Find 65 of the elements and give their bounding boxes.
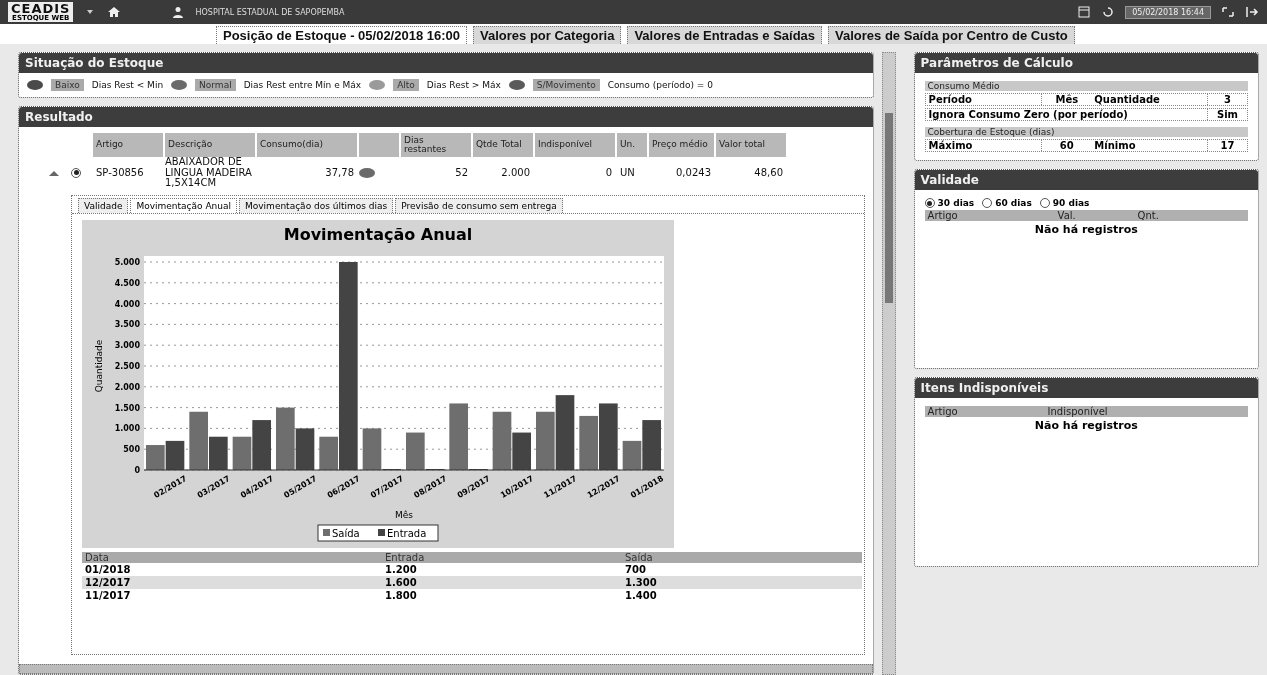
- param-value: Sim: [1207, 109, 1247, 120]
- legend-label: Entrada: [387, 527, 427, 539]
- column-header: Val.: [1056, 210, 1077, 221]
- y-tick-label: 500: [123, 444, 140, 454]
- legend-label: Saída: [332, 527, 360, 539]
- column-header: Indisponível: [1046, 406, 1109, 417]
- datetime: 05/02/2018 16:44: [1125, 5, 1211, 19]
- table-cell-text: SP-30856: [95, 167, 145, 179]
- table-cell-text: 0: [604, 167, 613, 179]
- param-value: 17: [1207, 140, 1247, 151]
- y-tick-label: 4.000: [114, 299, 140, 309]
- status-label: Baixo: [51, 79, 84, 91]
- section-title: Cobertura de Estoque (dias): [924, 127, 1248, 137]
- table-cell-text: 37,78: [324, 167, 355, 179]
- column-header: Artigo: [926, 210, 959, 221]
- table-cell-text: ABAIXADOR DE LINGUA MADEIRA 1,5X14CM: [165, 157, 253, 189]
- y-axis-label: Quantidade: [94, 339, 104, 392]
- status-label: S/Movimento: [532, 79, 600, 91]
- empty-message: Não há registros: [1033, 223, 1139, 236]
- param-label: Quantidade: [1093, 94, 1161, 105]
- y-tick-label: 2.500: [114, 361, 140, 371]
- section-title: Consumo Médio: [924, 81, 1248, 91]
- status-description: Dias Rest > Máx: [426, 80, 501, 90]
- y-tick-label: 1.000: [114, 423, 140, 433]
- y-tick-label: 4.500: [114, 278, 140, 288]
- y-tick-label: 1.500: [114, 403, 140, 413]
- logo: CEADIS: [8, 2, 74, 15]
- panel-title: Resultado: [19, 107, 873, 127]
- legend-item: Entrada: [378, 527, 427, 539]
- param-value: Mês: [1041, 94, 1092, 105]
- y-tick-label: 3.500: [114, 319, 140, 329]
- param-value: 60: [1041, 140, 1092, 151]
- status-description: Dias Rest < Min: [91, 80, 164, 90]
- table-cell-text: 52: [454, 167, 469, 179]
- chart-title: Movimentação Anual: [283, 224, 473, 244]
- status-description: Dias Rest entre Mín e Máx: [243, 80, 362, 90]
- y-tick-label: 0: [134, 465, 140, 475]
- param-label: Máximo: [927, 140, 974, 151]
- empty-message: Não há registros: [1033, 419, 1139, 432]
- status-label: Normal: [195, 79, 236, 91]
- y-tick-label: 2.000: [114, 382, 140, 392]
- table-cell-text: 48,60: [753, 167, 784, 179]
- legend-item: Saída: [323, 527, 360, 539]
- column-header: Artigo: [926, 406, 959, 417]
- panel-title: Validade: [914, 170, 1258, 190]
- param-label: Período: [927, 94, 973, 105]
- table-cell-text: 2.000: [500, 167, 531, 179]
- column-header: Data: [82, 551, 382, 563]
- column-header: Saída: [622, 551, 862, 563]
- hospital-name: HOSPITAL ESTADUAL DE SAPOPEMBA: [195, 7, 345, 17]
- status-label: Alto: [393, 79, 419, 91]
- y-tick-label: 3.000: [114, 340, 140, 350]
- x-axis-label: Mês: [395, 509, 413, 520]
- param-label: Ignora Consumo Zero (por período): [927, 109, 1129, 120]
- panel-title: Parâmetros de Cálculo: [914, 53, 1258, 73]
- status-description: Consumo (período) = 0: [607, 80, 713, 90]
- column-header: Qnt.: [1136, 210, 1160, 221]
- panel-title: Itens Indisponíveis: [914, 378, 1258, 398]
- column-header: Entrada: [382, 551, 622, 563]
- panel-title: Situação do Estoque: [19, 53, 873, 73]
- y-tick-label: 5.000: [114, 257, 140, 267]
- table-cell-text: 0,0243: [675, 167, 712, 179]
- param-label: Mínimo: [1093, 140, 1137, 151]
- table-cell-text: UN: [619, 167, 636, 179]
- param-value: 3: [1207, 94, 1247, 105]
